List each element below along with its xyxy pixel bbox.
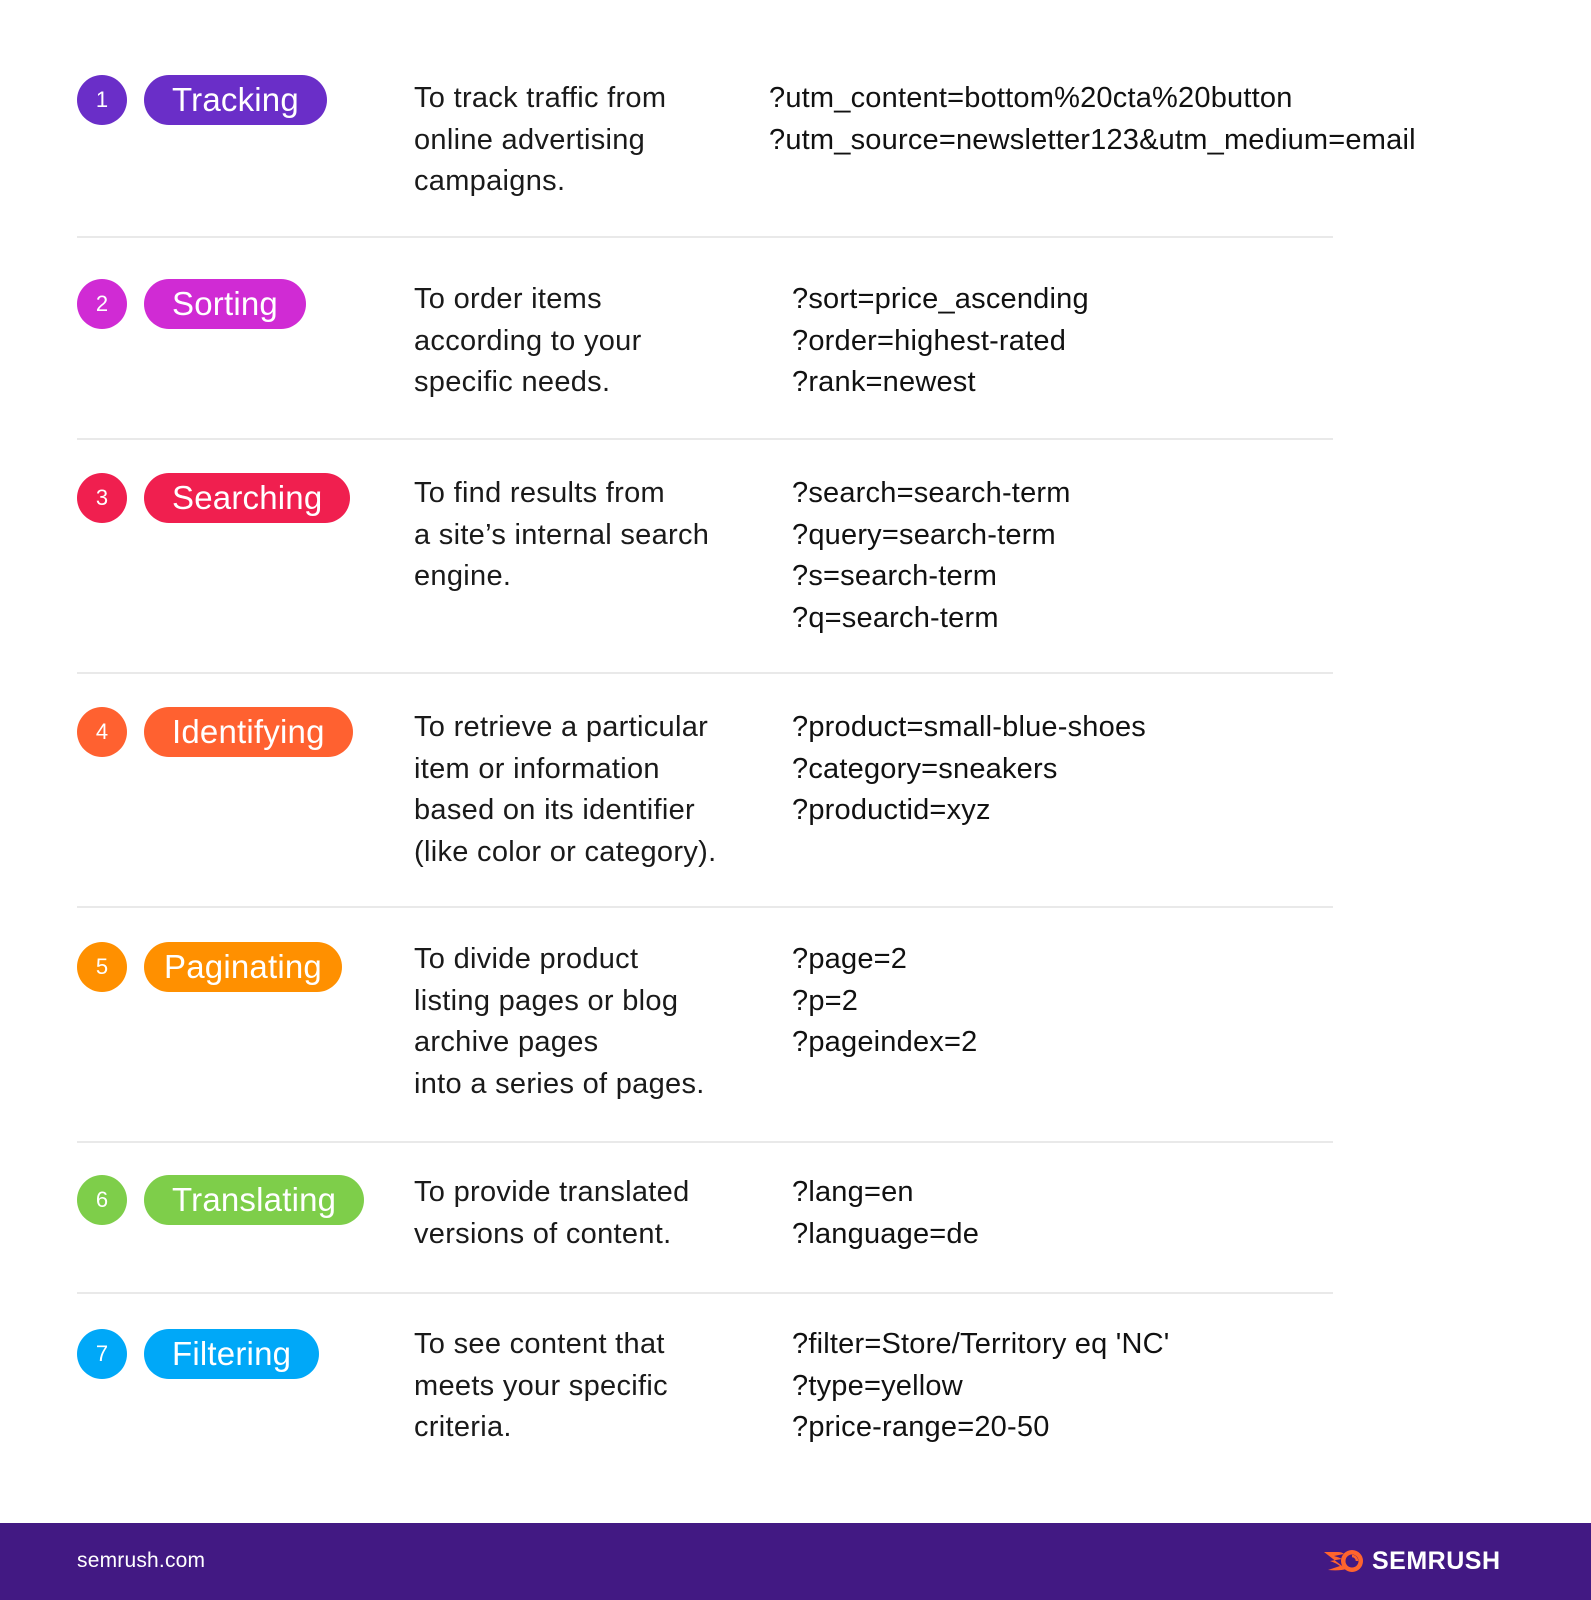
description-line: To order items [414,283,602,315]
description-line: (like color or category). [414,836,717,869]
divider [77,1141,1333,1143]
number-badge: 6 [77,1175,127,1225]
description: To order items according to your specifi… [414,279,774,404]
example-param: ?q=search-term [792,602,999,635]
description: To provide translated versions of conten… [414,1172,774,1255]
divider [77,672,1333,674]
description-line: To provide translated [414,1176,690,1208]
category-pill: Searching [144,473,351,523]
description-line: based on its identifier [414,794,695,827]
example-param: ?utm_content=bottom%20cta%20button [769,82,1293,114]
example-param: ?order=highest-rated [792,324,1067,357]
examples: ?filter=Store/Territory eq 'NC' ?type=ye… [792,1324,1169,1449]
examples: ?search=search-term ?query=search-term ?… [792,473,1071,640]
description-line: To divide product [414,943,639,975]
category-pill: Paginating [144,942,342,992]
description-line: To find results from [414,477,665,509]
example-param: ?category=sneakers [792,752,1058,785]
example-param: ?type=yellow [792,1369,963,1402]
footer: semrush.com SEMRUSH [0,1523,1591,1600]
description-line: specific needs. [414,366,611,399]
example-param: ?lang=en [792,1176,914,1208]
category-pill: Translating [144,1175,365,1225]
category-pill: Sorting [144,279,306,329]
description-line: archive pages [414,1026,599,1059]
description-line: engine. [414,560,512,593]
example-param: ?language=de [792,1217,980,1250]
examples: ?product=small-blue-shoes ?category=snea… [792,707,1146,832]
description: To retrieve a particular item or informa… [414,707,774,874]
number-badge: 7 [77,1329,127,1379]
brand-name: SEMRUSH [1372,1546,1501,1575]
example-param: ?productid=xyz [792,794,991,827]
example-param: ?s=search-term [792,560,998,593]
number-badge: 3 [77,473,127,523]
description-line: a site’s internal search [414,518,710,551]
description-line: To see content that [414,1328,665,1360]
example-param: ?filter=Store/Territory eq 'NC' [792,1328,1170,1360]
examples: ?utm_content=bottom%20cta%20button ?utm_… [769,78,1416,161]
description-line: item or information [414,752,660,785]
number-badge: 2 [77,279,127,329]
description: To find results from a site’s internal s… [414,473,774,598]
divider [77,1292,1333,1294]
divider [77,906,1333,908]
footer-url[interactable]: semrush.com [77,1549,205,1573]
category-pill: Identifying [144,707,353,757]
example-param: ?product=small-blue-shoes [792,711,1146,743]
description-line: online advertising [414,123,646,156]
description: To see content that meets your specific … [414,1324,774,1449]
example-param: ?page=2 [792,943,908,975]
divider [77,438,1333,440]
description: To track traffic from online advertising… [414,78,774,203]
divider [77,236,1333,238]
number-badge: 5 [77,942,127,992]
examples: ?sort=price_ascending ?order=highest-rat… [792,279,1089,404]
description-line: To retrieve a particular [414,711,709,743]
description: To divide product listing pages or blog … [414,939,774,1106]
example-param: ?query=search-term [792,518,1056,551]
description-line: criteria. [414,1411,512,1444]
example-param: ?rank=newest [792,366,976,399]
description-line: versions of content. [414,1217,672,1250]
number-badge: 1 [77,75,127,125]
description-line: campaigns. [414,165,566,198]
semrush-logo: SEMRUSH [1322,1543,1501,1579]
semrush-flame-icon [1324,1550,1363,1572]
description-line: listing pages or blog [414,984,679,1017]
examples: ?page=2 ?p=2 ?pageindex=2 [792,939,977,1064]
description-line: meets your specific [414,1369,668,1402]
example-param: ?p=2 [792,984,859,1017]
example-param: ?search=search-term [792,477,1071,509]
examples: ?lang=en ?language=de [792,1172,979,1255]
example-param: ?utm_source=newsletter123&utm_medium=ema… [769,123,1416,156]
number-badge: 4 [77,707,127,757]
category-pill: Filtering [144,1329,320,1379]
example-param: ?sort=price_ascending [792,283,1089,315]
example-param: ?price-range=20-50 [792,1411,1050,1444]
description-line: according to your [414,324,642,357]
description-line: To track traffic from [414,82,667,114]
example-param: ?pageindex=2 [792,1026,978,1059]
category-pill: Tracking [144,75,327,125]
description-line: into a series of pages. [414,1068,705,1101]
